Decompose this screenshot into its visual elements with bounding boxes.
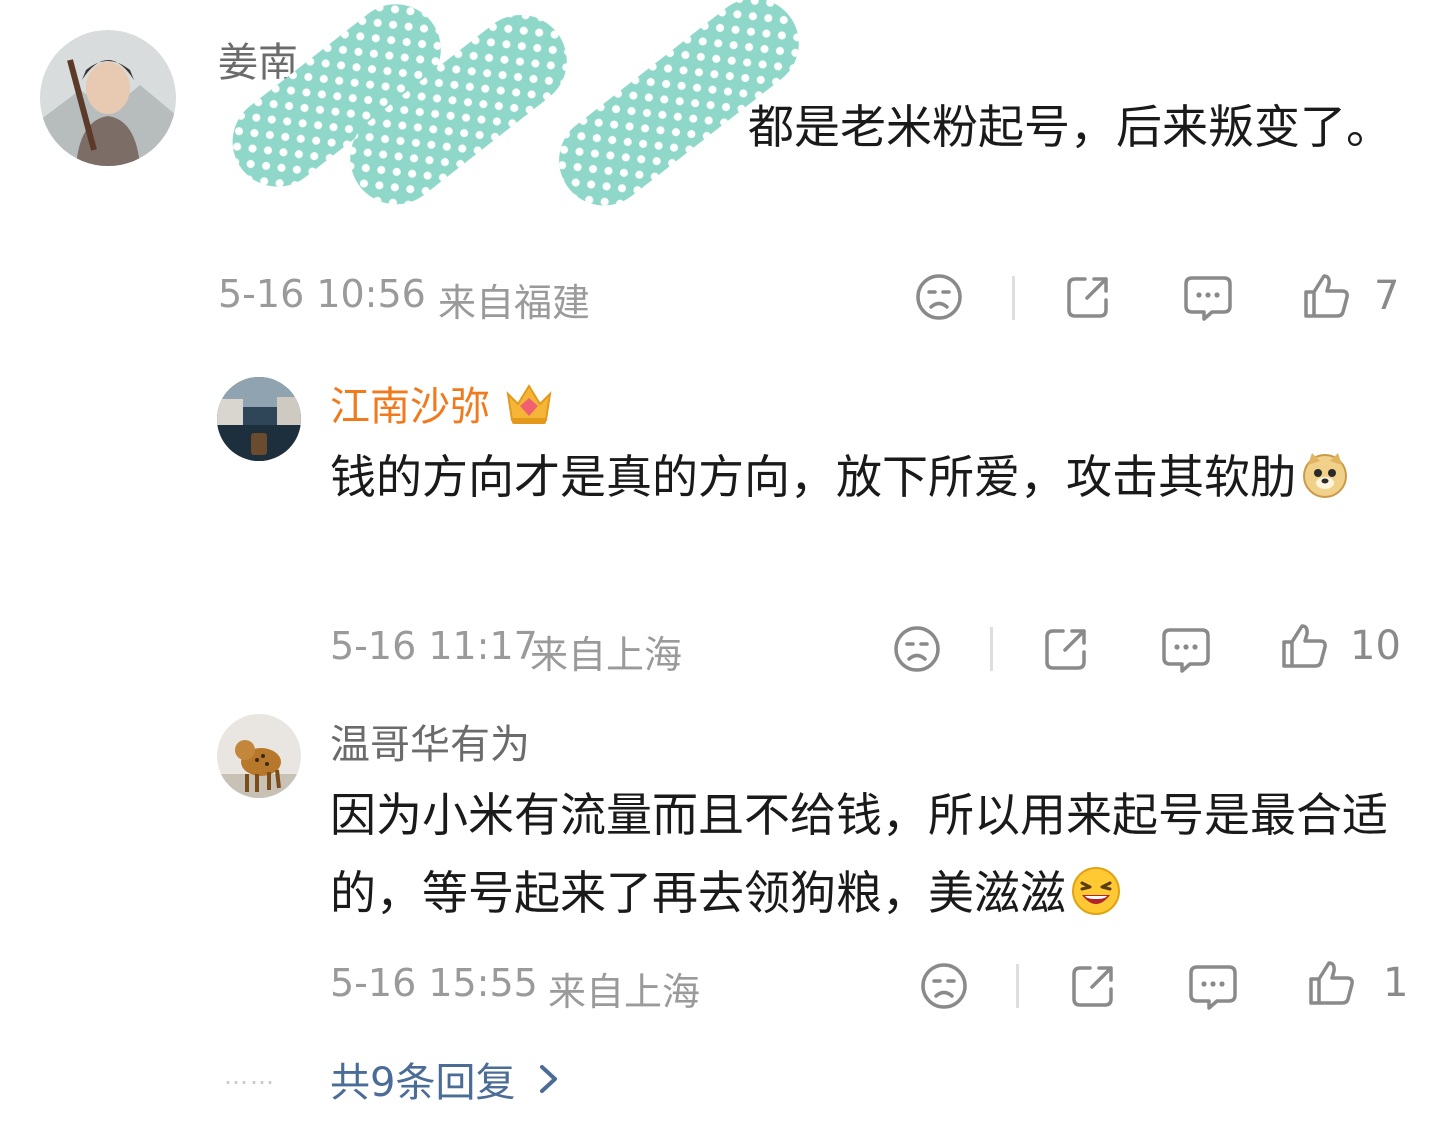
dotted-indicator: ……: [224, 1062, 276, 1090]
share-icon: [1072, 966, 1113, 1007]
avatar[interactable]: [217, 377, 301, 461]
action-divider: [1012, 276, 1015, 320]
reply-name[interactable]: 江南沙弥: [330, 374, 490, 432]
share-icon: [1067, 277, 1108, 318]
reply-button[interactable]: [1187, 961, 1239, 1013]
reply-text: 钱的方向才是真的方向，放下所爱，攻击其软肋: [330, 438, 1400, 516]
reply-text: 因为小米有流量而且不给钱，所以用来起号是最合适的，等号起来了再去领狗粮，美滋滋: [330, 776, 1400, 932]
thumbs-up-icon: [1309, 961, 1354, 1005]
reply-location: 来自上海: [548, 970, 701, 1014]
reply-body: 钱的方向才是真的方向，放下所爱，攻击其软肋: [330, 450, 1296, 504]
comment-icon: [1162, 628, 1210, 673]
more-replies-label: 共9条回复: [330, 1060, 516, 1106]
redaction-sticker: [180, 0, 840, 230]
thumbs-up-icon: [1282, 624, 1327, 668]
avatar[interactable]: [217, 714, 301, 798]
like-count: 7: [1374, 273, 1400, 319]
reply-name-row: 江南沙弥: [330, 374, 556, 432]
comment-icon: [1189, 965, 1237, 1010]
chevron-right-icon: [540, 1065, 558, 1093]
reply-button[interactable]: [1182, 272, 1234, 324]
dislike-icon: [894, 626, 940, 672]
reply-time: 5-16 15:55: [330, 961, 538, 1005]
share-button[interactable]: [1063, 272, 1113, 322]
avatar[interactable]: [40, 30, 176, 166]
more-replies-link[interactable]: 共9条回复: [330, 1050, 563, 1108]
like-count: 10: [1350, 623, 1401, 669]
share-button[interactable]: [1041, 624, 1091, 674]
action-divider: [990, 627, 993, 671]
like-button[interactable]: 1: [1305, 957, 1408, 1009]
dislike-button[interactable]: [914, 272, 964, 322]
comment-icon: [1184, 276, 1232, 321]
dislike-icon: [916, 274, 962, 320]
comment-location: 来自福建: [438, 281, 591, 325]
dislike-button[interactable]: [919, 961, 969, 1011]
thumbs-up-icon: [1304, 274, 1349, 318]
action-divider: [1016, 964, 1019, 1008]
laugh-emoji: [1072, 867, 1120, 915]
reply-button[interactable]: [1160, 624, 1212, 676]
crown-icon: [506, 384, 552, 424]
like-count: 1: [1383, 960, 1409, 1006]
reply-location: 来自上海: [530, 633, 683, 677]
share-button[interactable]: [1068, 961, 1118, 1011]
dislike-icon: [921, 963, 967, 1009]
comment-time: 5-16 10:56: [218, 272, 426, 316]
like-button[interactable]: 7: [1300, 270, 1399, 322]
doge-emoji: [1303, 453, 1347, 498]
dislike-button[interactable]: [892, 624, 942, 674]
reply-time: 5-16 11:17: [330, 624, 538, 668]
share-icon: [1045, 629, 1086, 670]
reply-name[interactable]: 温哥华有为: [330, 712, 530, 770]
reply-body: 因为小米有流量而且不给钱，所以用来起号是最合适的，等号起来了再去领狗粮，美滋滋: [330, 788, 1388, 920]
like-button[interactable]: 10: [1278, 620, 1401, 672]
comment-body: 都是老米粉起号，后来叛变了。: [748, 100, 1392, 154]
